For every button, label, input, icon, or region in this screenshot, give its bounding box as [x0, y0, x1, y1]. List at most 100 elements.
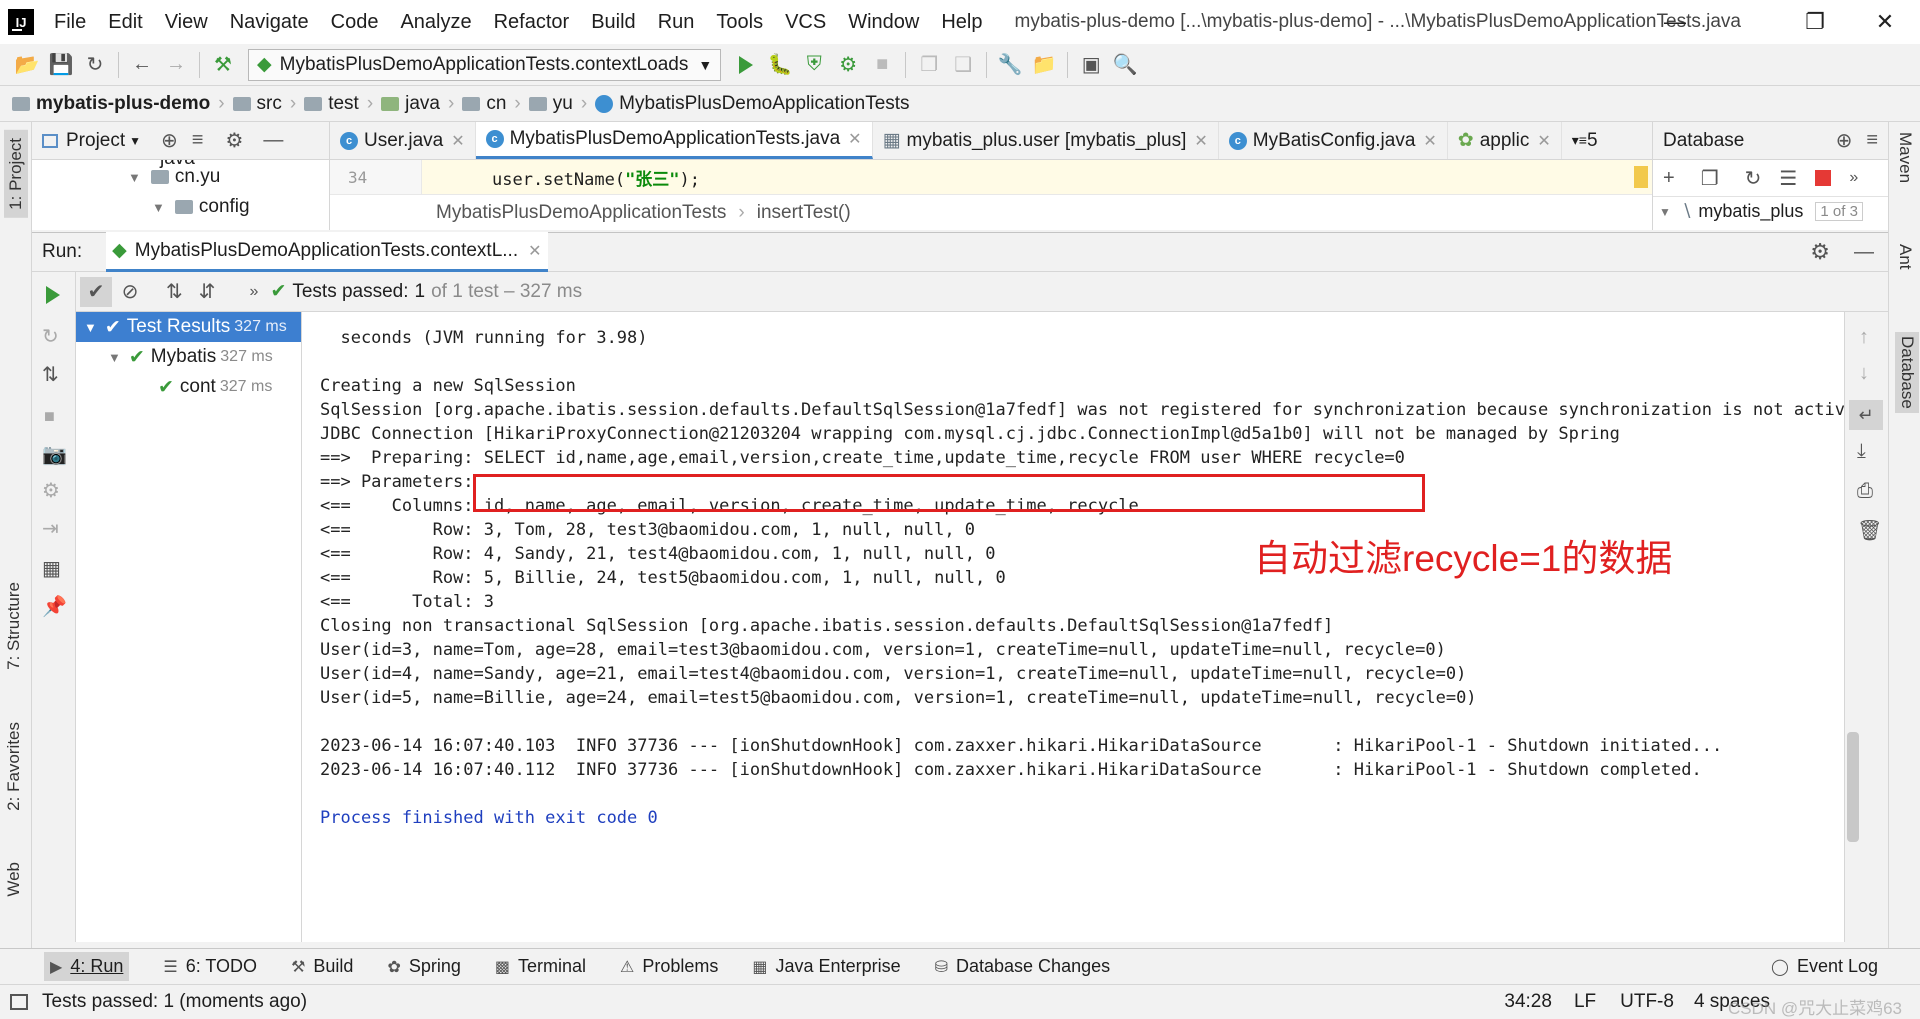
stop-icon[interactable]: ■: [865, 48, 899, 82]
bottom-tab-build[interactable]: ⚒ Build: [291, 956, 353, 977]
more-icon[interactable]: »: [250, 283, 259, 301]
close-icon[interactable]: ✕: [528, 241, 541, 261]
collapse-icon[interactable]: ≡: [192, 129, 204, 152]
gear-icon[interactable]: ⚙: [1810, 239, 1830, 265]
close-icon[interactable]: ✕: [451, 131, 464, 151]
menu-window[interactable]: Window: [848, 11, 919, 34]
code-line[interactable]: 34 user.setName("张三");: [330, 160, 1652, 194]
forward-icon[interactable]: →: [159, 48, 193, 82]
project-structure-icon[interactable]: 📁: [1027, 48, 1061, 82]
trash-icon[interactable]: 🗑: [1857, 518, 1882, 543]
bottom-tab-run[interactable]: ▶ 4: Run: [44, 952, 130, 981]
status-window-icon[interactable]: [10, 994, 28, 1010]
show-passed-icon[interactable]: ✔: [80, 276, 112, 307]
tool-tab-database[interactable]: Database: [1895, 332, 1919, 413]
bottom-tab-spring[interactable]: ✿ Spring: [387, 956, 460, 977]
crumb-class[interactable]: MybatisPlusDemoApplicationTests: [436, 202, 726, 224]
dump-threads-icon[interactable]: 📷: [42, 442, 67, 467]
locate-icon[interactable]: ⊕: [161, 128, 178, 153]
locate-icon[interactable]: ⊕: [1836, 128, 1853, 153]
rerun-failed-icon[interactable]: ↻: [42, 324, 59, 349]
tool-tab-project[interactable]: 1: Project: [4, 130, 28, 218]
breadcrumb-src[interactable]: src: [232, 93, 282, 115]
build-hammer-icon[interactable]: ⚒: [206, 48, 240, 82]
import-icon[interactable]: ⇥: [42, 516, 59, 541]
collapse-icon[interactable]: ≡: [1866, 129, 1878, 152]
sort-duration-icon[interactable]: ⇵: [199, 279, 216, 304]
tab-user-java[interactable]: c User.java ✕: [330, 122, 476, 159]
database-tree-row[interactable]: ▼ ∖ mybatis_plus 1 of 3: [1653, 196, 1888, 226]
minimize-button[interactable]: —: [1640, 0, 1710, 44]
presentation-icon[interactable]: ▣: [1074, 48, 1108, 82]
test-node-results[interactable]: ▼ ✔ Test Results 327 ms: [76, 312, 301, 342]
debug-icon[interactable]: 🐛: [763, 48, 797, 82]
bottom-tab-todo[interactable]: ☰ 6: TODO: [163, 956, 257, 977]
file-encoding[interactable]: UTF-8: [1620, 991, 1674, 1013]
hide-icon[interactable]: —: [1854, 241, 1874, 264]
show-ignored-icon[interactable]: ⊘: [114, 277, 146, 307]
tab-user-table[interactable]: ▦ mybatis_plus.user [mybatis_plus] ✕: [873, 122, 1219, 159]
tree-item-cn-yu[interactable]: ▼ cn.yu: [128, 162, 220, 192]
back-icon[interactable]: ←: [125, 48, 159, 82]
tool-tab-favorites[interactable]: 2: Favorites: [4, 722, 24, 811]
up-arrow-icon[interactable]: ↑: [1859, 326, 1869, 349]
schema-icon[interactable]: ☰: [1779, 166, 1797, 191]
profile-icon[interactable]: ⚙: [831, 48, 865, 82]
search-icon[interactable]: 🔍: [1108, 48, 1142, 82]
tab-mybatis-config[interactable]: c MyBatisConfig.java ✕: [1219, 122, 1448, 159]
test-node-method[interactable]: ✔ cont 327 ms: [76, 372, 301, 402]
print-icon[interactable]: ⎙: [1857, 480, 1873, 503]
pin-icon[interactable]: 📌: [42, 594, 67, 619]
restore-button[interactable]: ❐: [1780, 0, 1850, 44]
tab-application[interactable]: ✿ applic ✕: [1448, 122, 1562, 159]
rerun-icon[interactable]: [46, 286, 60, 304]
bottom-tab-java-enterprise[interactable]: ▦ Java Enterprise: [752, 956, 900, 977]
bottom-tab-problems[interactable]: ⚠ Problems: [620, 956, 718, 977]
disconnect-icon[interactable]: [1815, 170, 1832, 186]
tool-tab-ant[interactable]: Ant: [1895, 244, 1915, 270]
coverage-icon[interactable]: ⛨: [797, 48, 831, 82]
toggle-auto-test-icon[interactable]: ⇅: [42, 362, 59, 387]
stop-icon[interactable]: ■: [44, 406, 55, 427]
menu-navigate[interactable]: Navigate: [230, 11, 309, 34]
run-icon[interactable]: [729, 48, 763, 82]
run-configuration-select[interactable]: ◆ MybatisPlusDemoApplicationTests.contex…: [248, 48, 722, 81]
tab-overflow[interactable]: ▾≡ 5: [1562, 122, 1608, 159]
vcs-update-icon[interactable]: ❐: [912, 48, 946, 82]
menu-code[interactable]: Code: [331, 11, 379, 34]
breadcrumb-test[interactable]: test: [304, 93, 359, 115]
add-icon[interactable]: +: [1663, 167, 1675, 190]
vcs-commit-icon[interactable]: ❑: [946, 48, 980, 82]
menu-vcs[interactable]: VCS: [785, 11, 826, 34]
breadcrumb-class[interactable]: MybatisPlusDemoApplicationTests: [595, 93, 910, 115]
save-icon[interactable]: 💾: [44, 48, 78, 82]
breadcrumb-cn[interactable]: cn: [462, 93, 506, 115]
crumb-method[interactable]: insertTest(): [757, 202, 851, 224]
tool-tab-structure[interactable]: 7: Structure: [4, 582, 24, 670]
layout-icon[interactable]: ▦: [42, 556, 61, 581]
line-separator[interactable]: LF: [1574, 991, 1596, 1013]
menu-refactor[interactable]: Refactor: [494, 11, 570, 34]
tool-tab-maven[interactable]: Maven: [1895, 132, 1915, 183]
menu-analyze[interactable]: Analyze: [400, 11, 471, 34]
console-output[interactable]: 2023-06-14 16:07:39.76 INFO 37736 --- [ …: [302, 312, 1844, 942]
gear-icon[interactable]: ⚙: [42, 478, 60, 503]
breadcrumb-project[interactable]: mybatis-plus-demo: [12, 93, 210, 115]
bottom-tab-database-changes[interactable]: ⛁ Database Changes: [935, 956, 1111, 977]
tool-tab-web[interactable]: Web: [4, 862, 24, 897]
bottom-tab-event-log[interactable]: ◯ Event Log: [1771, 956, 1878, 977]
menu-view[interactable]: View: [165, 11, 208, 34]
menu-file[interactable]: File: [54, 11, 86, 34]
project-view-select[interactable]: Project: [66, 130, 125, 152]
breadcrumb-java[interactable]: java: [381, 93, 440, 115]
down-arrow-icon[interactable]: ↓: [1859, 362, 1869, 385]
tree-item-config[interactable]: ▼ config: [152, 192, 250, 222]
caret-position[interactable]: 34:28: [1504, 991, 1552, 1013]
bottom-tab-terminal[interactable]: ▩ Terminal: [495, 956, 586, 977]
run-tab[interactable]: ◆ MybatisPlusDemoApplicationTests.contex…: [106, 232, 548, 272]
close-window-button[interactable]: ✕: [1850, 0, 1920, 44]
close-icon[interactable]: ✕: [848, 129, 861, 149]
menu-help[interactable]: Help: [941, 11, 982, 34]
menu-edit[interactable]: Edit: [108, 11, 142, 34]
test-node-class[interactable]: ▼ ✔ Mybatis 327 ms: [76, 342, 301, 372]
